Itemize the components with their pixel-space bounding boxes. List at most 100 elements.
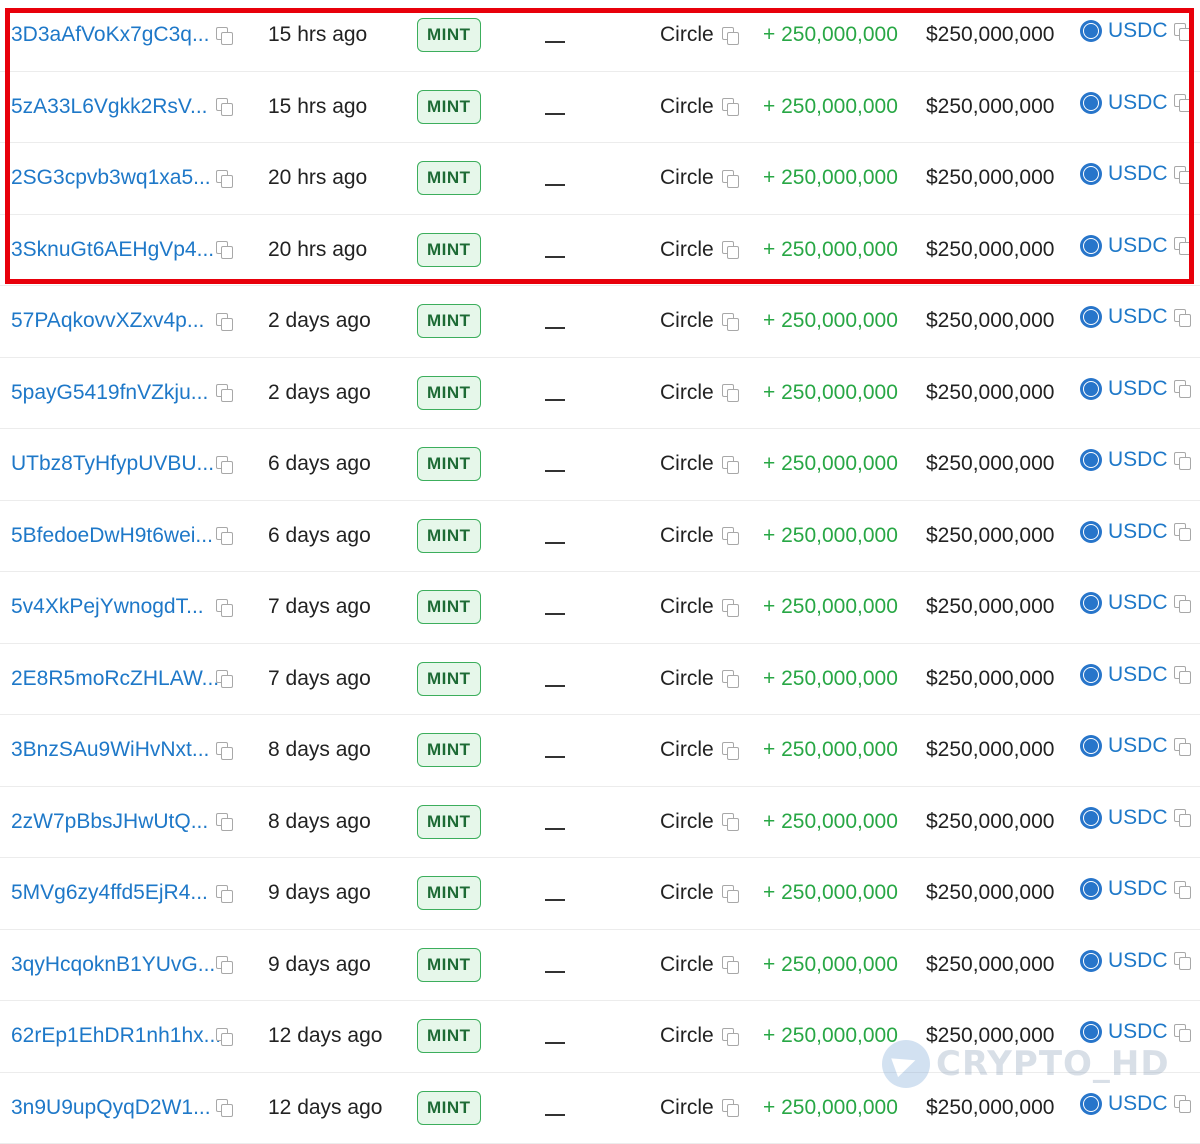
copy-icon[interactable] [1174,952,1191,969]
copy-icon[interactable] [722,27,739,44]
copy-icon[interactable] [1174,1095,1191,1112]
copy-icon[interactable] [722,384,739,401]
copy-icon[interactable] [1174,881,1191,898]
token-link[interactable]: USDC [1108,663,1168,687]
copy-icon[interactable] [722,742,739,759]
to-address: Circle [660,23,714,47]
signature-link[interactable]: 3D3aAfVoKx7gC3q... [11,0,209,71]
copy-icon[interactable] [722,956,739,973]
copy-icon[interactable] [722,813,739,830]
copy-signature-button[interactable] [216,858,233,929]
token-link[interactable]: USDC [1108,234,1168,258]
usdc-coin-icon [1080,664,1102,686]
copy-icon[interactable] [1174,23,1191,40]
signature-link[interactable]: 5zA33L6Vgkk2RsV... [11,72,208,143]
from-cell [545,429,565,500]
copy-icon[interactable] [1174,166,1191,183]
copy-icon[interactable] [722,241,739,258]
copy-signature-button[interactable] [216,143,233,214]
signature-link[interactable]: 57PAqkovvXZxv4p... [11,286,204,357]
copy-icon[interactable] [722,885,739,902]
copy-signature-button[interactable] [216,0,233,71]
copy-signature-button[interactable] [216,72,233,143]
signature-link[interactable]: 5v4XkPejYwnogdT... [11,572,204,643]
mint-badge: MINT [417,304,481,338]
token-link[interactable]: USDC [1108,949,1168,973]
to-cell: Circle [660,286,739,357]
token-link[interactable]: USDC [1108,448,1168,472]
signature-link[interactable]: 2E8R5moRcZHLAW... [11,644,219,715]
watermark-text: CRYPTO_HD [936,1044,1170,1084]
copy-icon[interactable] [1174,1024,1191,1041]
signature-link[interactable]: 2zW7pBbsJHwUtQ... [11,787,208,858]
copy-icon[interactable] [722,313,739,330]
copy-icon[interactable] [1174,380,1191,397]
to-cell: Circle [660,501,739,572]
copy-icon[interactable] [1174,309,1191,326]
copy-icon[interactable] [722,1028,739,1045]
usdc-coin-icon [1080,521,1102,543]
copy-signature-button[interactable] [216,429,233,500]
token-cell: USDC [1080,139,1191,210]
copy-icon[interactable] [722,456,739,473]
copy-icon[interactable] [1174,666,1191,683]
copy-icon[interactable] [1174,595,1191,612]
signature-link[interactable]: 3qyHcqoknB1YUvG... [11,930,215,1001]
usd-value: $250,000,000 [926,715,1054,786]
copy-signature-button[interactable] [216,1073,233,1144]
copy-icon[interactable] [722,170,739,187]
signature-link[interactable]: 5MVg6zy4ffd5EjR4... [11,858,208,929]
usd-value: $250,000,000 [926,0,1054,71]
token-link[interactable]: USDC [1108,162,1168,186]
copy-signature-button[interactable] [216,715,233,786]
copy-signature-button[interactable] [216,644,233,715]
token-cell: USDC [1080,926,1191,997]
token-cell: USDC [1080,68,1191,139]
copy-signature-button[interactable] [216,787,233,858]
empty-from-dash [545,327,565,329]
usd-value: $250,000,000 [926,930,1054,1001]
token-link[interactable]: USDC [1108,734,1168,758]
to-cell: Circle [660,0,739,71]
copy-signature-button[interactable] [216,286,233,357]
signature-link[interactable]: 3n9U9upQyqD2W1... [11,1073,211,1144]
signature-link[interactable]: 5BfedoeDwH9t6wei... [11,501,213,572]
time-ago: 9 days ago [268,930,371,1001]
copy-icon[interactable] [722,527,739,544]
to-address: Circle [660,810,714,834]
copy-icon[interactable] [722,599,739,616]
copy-signature-button[interactable] [216,1001,233,1072]
signature-link[interactable]: 62rEp1EhDR1nh1hx... [11,1001,221,1072]
type-cell: MINT [417,644,481,715]
copy-signature-button[interactable] [216,215,233,286]
copy-icon[interactable] [1174,452,1191,469]
copy-icon[interactable] [1174,738,1191,755]
token-link[interactable]: USDC [1108,591,1168,615]
token-link[interactable]: USDC [1108,1092,1168,1116]
token-link[interactable]: USDC [1108,806,1168,830]
token-link[interactable]: USDC [1108,305,1168,329]
copy-icon[interactable] [1174,523,1191,540]
copy-icon[interactable] [1174,809,1191,826]
copy-icon[interactable] [722,1099,739,1116]
copy-icon [216,742,233,759]
signature-link[interactable]: UTbz8TyHfypUVBU... [11,429,214,500]
copy-signature-button[interactable] [216,501,233,572]
signature-link[interactable]: 3SknuGt6AEHgVp4... [11,215,214,286]
copy-icon[interactable] [722,670,739,687]
token-link[interactable]: USDC [1108,520,1168,544]
signature-link[interactable]: 3BnzSAu9WiHvNxt... [11,715,209,786]
token-link[interactable]: USDC [1108,877,1168,901]
token-link[interactable]: USDC [1108,91,1168,115]
usd-value: $250,000,000 [926,858,1054,929]
copy-icon[interactable] [1174,237,1191,254]
copy-signature-button[interactable] [216,358,233,429]
token-link[interactable]: USDC [1108,377,1168,401]
signature-link[interactable]: 5payG5419fnVZkju... [11,358,208,429]
copy-icon[interactable] [722,98,739,115]
token-link[interactable]: USDC [1108,19,1168,43]
copy-signature-button[interactable] [216,572,233,643]
copy-icon[interactable] [1174,94,1191,111]
copy-signature-button[interactable] [216,930,233,1001]
signature-link[interactable]: 2SG3cpvb3wq1xa5... [11,143,211,214]
